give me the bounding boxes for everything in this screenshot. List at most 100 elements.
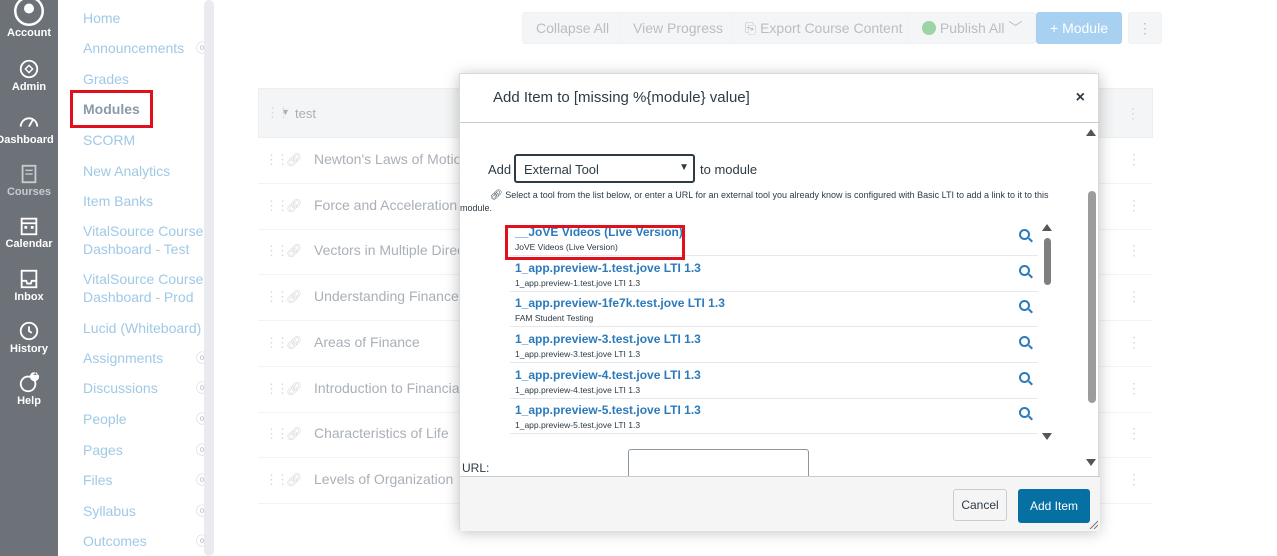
global-nav-admin[interactable]: Admin	[0, 58, 58, 93]
global-nav-help[interactable]: 10 Help	[0, 370, 58, 407]
tool-name[interactable]: 1_app.preview-3.test.jove LTI 1.3	[515, 332, 701, 346]
cancel-button[interactable]: Cancel	[953, 489, 1007, 521]
list-scroll-down-arrow-icon[interactable]	[1042, 433, 1052, 440]
global-nav-dashboard[interactable]: Dashboard	[0, 111, 58, 146]
link-icon: 🔗︎	[286, 335, 303, 350]
drag-handle-icon[interactable]: ⋮⋮	[265, 472, 289, 488]
publish-all-button[interactable]: Publish All ﹀	[908, 12, 1037, 44]
item-more-icon[interactable]: ⋮	[1127, 334, 1141, 351]
scroll-up-arrow-icon[interactable]	[1086, 129, 1096, 136]
collapse-all-button[interactable]: Collapse All	[522, 12, 624, 44]
dialog-scrollbar-thumb[interactable]	[1088, 191, 1096, 403]
add-module-button[interactable]: + Module	[1036, 12, 1122, 44]
module-item-title[interactable]: Introduction to Financial	[314, 380, 463, 396]
module-item-title[interactable]: Levels of Organization	[314, 471, 453, 487]
module-more-icon[interactable]: ⋮	[1126, 105, 1140, 122]
global-nav-account[interactable]: Account	[0, 0, 58, 39]
module-item-title[interactable]: Areas of Finance	[314, 334, 420, 350]
view-progress-button[interactable]: View Progress	[619, 12, 738, 44]
export-icon: ⎘	[745, 20, 757, 36]
tool-list-item[interactable]: 1_app.preview-5.test.jove LTI 1.3 1_app.…	[510, 399, 1038, 434]
scroll-down-arrow-icon[interactable]	[1086, 459, 1096, 466]
course-nav-lucid[interactable]: Lucid (Whiteboard)	[83, 319, 208, 337]
search-icon[interactable]	[1019, 300, 1030, 311]
tool-list-item[interactable]: 1_app.preview-1fe7k.test.jove LTI 1.3 FA…	[510, 292, 1038, 327]
course-nav-pages[interactable]: Pages ⓞ	[83, 441, 208, 459]
drag-handle-icon[interactable]: ⋮⋮	[265, 152, 289, 168]
module-item-title[interactable]: Force and Acceleration	[314, 197, 457, 213]
course-nav-announcements[interactable]: Announcements ⓞ	[83, 39, 208, 57]
tool-description: 1_app.preview-1.test.jove LTI 1.3	[515, 278, 641, 288]
course-nav-item-banks[interactable]: Item Banks	[83, 192, 208, 210]
global-nav-label: Help	[17, 395, 41, 407]
course-nav-grades[interactable]: Grades	[83, 70, 208, 88]
global-nav-courses[interactable]: Courses	[0, 163, 58, 198]
tool-list-item[interactable]: 1_app.preview-4.test.jove LTI 1.3 1_app.…	[510, 364, 1038, 399]
tool-name[interactable]: 1_app.preview-4.test.jove LTI 1.3	[515, 368, 701, 382]
course-nav-assignments[interactable]: Assignments ⓞ	[83, 349, 208, 367]
item-type-select[interactable]: External Tool ▼	[514, 154, 695, 183]
module-item-title[interactable]: Newton's Laws of Motion	[314, 151, 469, 167]
course-nav-vitalsource-test[interactable]: VitalSource Course Dashboard - Test	[83, 222, 208, 258]
global-nav-label: Inbox	[14, 291, 44, 303]
modules-highlight-box	[70, 90, 153, 128]
course-nav-home[interactable]: Home	[83, 9, 208, 27]
item-more-icon[interactable]: ⋮	[1127, 288, 1141, 305]
check-circle-icon	[922, 21, 936, 35]
search-icon[interactable]	[1019, 407, 1030, 418]
drag-handle-icon[interactable]: ⋮⋮	[265, 426, 289, 442]
tool-name[interactable]: 1_app.preview-5.test.jove LTI 1.3	[515, 403, 701, 417]
course-nav-outcomes[interactable]: Outcomes ⓞ	[83, 532, 208, 550]
url-input[interactable]	[628, 449, 809, 476]
help-text: 🔗︎ Select a tool from the list below, or…	[460, 189, 1060, 214]
course-nav-scorm[interactable]: SCORM	[83, 131, 208, 149]
course-nav-people[interactable]: People ⓞ	[83, 410, 208, 428]
global-nav-calendar[interactable]: Calendar	[0, 215, 58, 250]
drag-handle-icon[interactable]: ⋮⋮	[265, 381, 289, 397]
dialog-title: Add Item to [missing %{module} value]	[493, 89, 750, 106]
search-icon[interactable]	[1019, 372, 1030, 383]
link-icon: 🔗︎	[286, 472, 303, 487]
resize-grip-icon[interactable]	[1088, 519, 1098, 529]
item-more-icon[interactable]: ⋮	[1127, 242, 1141, 259]
notification-badge: 10	[33, 370, 41, 377]
tool-list-item[interactable]: 1_app.preview-3.test.jove LTI 1.3 1_app.…	[510, 328, 1038, 363]
drag-handle-icon[interactable]: ⋮⋮	[265, 335, 289, 351]
item-more-icon[interactable]: ⋮	[1127, 197, 1141, 214]
dashboard-icon	[19, 117, 39, 128]
collapse-toggle-icon[interactable]: ▼	[281, 107, 290, 117]
drag-handle-icon[interactable]: ⋮⋮	[265, 243, 289, 259]
tool-name[interactable]: 1_app.preview-1fe7k.test.jove LTI 1.3	[515, 296, 725, 310]
item-more-icon[interactable]: ⋮	[1127, 151, 1141, 168]
drag-handle-icon[interactable]: ⋮⋮	[265, 198, 289, 214]
course-nav-new-analytics[interactable]: New Analytics	[83, 162, 208, 180]
clock-icon	[19, 321, 39, 341]
dialog-body[interactable]: Add External Tool ▼ to module 🔗︎ Select …	[460, 122, 1100, 476]
module-item-title[interactable]: Understanding Finance	[314, 288, 459, 304]
tool-list-item[interactable]: 1_app.preview-1.test.jove LTI 1.3 1_app.…	[510, 257, 1038, 292]
link-icon: 🔗︎	[286, 243, 303, 258]
drag-handle-icon[interactable]: ⋮⋮	[265, 289, 289, 305]
close-icon[interactable]: ×	[1076, 89, 1085, 107]
item-more-icon[interactable]: ⋮	[1127, 380, 1141, 397]
tool-list-scrollbar-thumb[interactable]	[1044, 238, 1051, 285]
export-course-content-button[interactable]: ⎘ Export Course Content	[731, 12, 917, 44]
export-label: Export Course Content	[760, 20, 903, 36]
global-nav-inbox[interactable]: Inbox	[0, 268, 58, 303]
search-icon[interactable]	[1019, 229, 1030, 240]
course-nav-scrollbar[interactable]	[204, 0, 214, 556]
add-item-button[interactable]: Add Item	[1018, 489, 1090, 523]
list-scroll-up-arrow-icon[interactable]	[1042, 224, 1052, 231]
more-options-button[interactable]: ⋮	[1128, 12, 1162, 44]
search-icon[interactable]	[1019, 336, 1030, 347]
item-more-icon[interactable]: ⋮	[1127, 471, 1141, 488]
module-item-title[interactable]: Characteristics of Life	[314, 425, 449, 441]
tool-name[interactable]: 1_app.preview-1.test.jove LTI 1.3	[515, 261, 701, 275]
course-nav-discussions[interactable]: Discussions ⓞ	[83, 379, 208, 397]
item-more-icon[interactable]: ⋮	[1127, 425, 1141, 442]
search-icon[interactable]	[1019, 265, 1030, 276]
course-nav-files[interactable]: Files ⓞ	[83, 471, 208, 489]
course-nav-vitalsource-prod[interactable]: VitalSource Course Dashboard - Prod	[83, 270, 208, 306]
global-nav-history[interactable]: History	[0, 320, 58, 355]
course-nav-syllabus[interactable]: Syllabus ⓞ	[83, 502, 208, 520]
